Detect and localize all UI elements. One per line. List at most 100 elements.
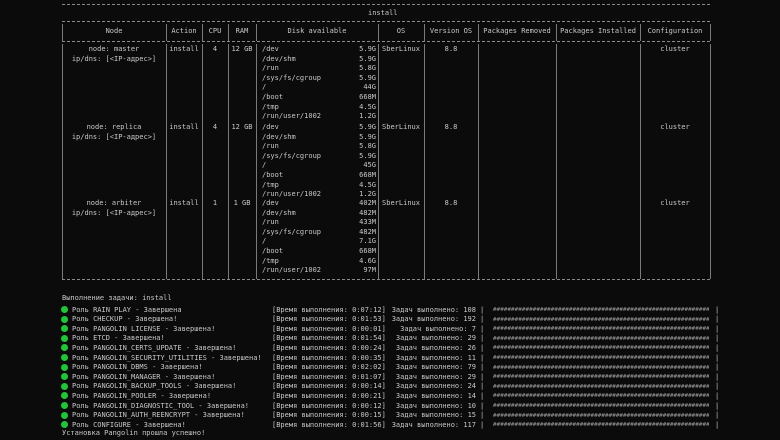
task-count: Задач выполнено: 7 [400,324,476,333]
task-duration: [Время выполнения: 0:02:02] [272,363,386,372]
task-progress-bar: ########################################… [493,355,709,361]
table-column-border [424,44,425,279]
disk-size: 44G [363,83,376,92]
status-ok-icon [61,306,68,313]
disk-size: 668M [359,93,376,101]
table-divider [62,41,710,42]
task-separator: | [715,363,720,372]
task-separator: | [715,315,720,324]
task-separator: | [715,305,720,314]
disk-size: 5.9G [359,45,376,53]
executing-task-label: Выполнение задачи: install [62,294,172,302]
task-duration: [Время выполнения: 0:01:53] [272,315,386,324]
disk-size: 433M [359,218,376,227]
disk-size: 5.9G [359,151,376,160]
table-header-cell: CPU [208,27,222,35]
node-os-version: 8.8 [444,123,458,131]
disk-size: 5.9G [359,54,376,63]
status-ok-icon [61,402,68,409]
table-column-border [228,44,229,279]
node-action: install [169,123,199,131]
disk-size: 5.9G [359,73,376,82]
status-ok-icon [61,382,68,390]
task-progress-bar: ########################################… [493,412,709,419]
task-name: Роль RAIN PLAY - Завершена [72,305,182,314]
table-bottom-border [62,279,710,280]
disk-size: 1.2G [359,112,376,121]
table-column-border [378,44,379,279]
table-column-border [256,24,257,41]
task-count: Задач выполнено: 14 [395,391,476,400]
table-title: install [368,9,398,17]
task-name: Роль PANGOLIN_POOLER - Завершена! [72,391,212,400]
node-ram: 12 GB [231,123,253,131]
disk-size: 1.2G [359,190,376,199]
node-os: SberLinux [382,199,420,207]
node-configuration: cluster [660,45,690,53]
task-count: Задач выполнено: 117 [391,420,476,429]
task-duration: [Время выполнения: 0:00:01] [272,324,386,333]
node-configuration: cluster [660,123,690,131]
task-count: Задач выполнено: 24 [395,382,476,391]
status-ok-icon [61,334,68,342]
task-count: Задач выполнено: 15 [395,411,476,420]
table-top-border [62,4,710,5]
status-ok-icon [61,363,68,371]
status-ok-icon [61,421,68,429]
task-duration: [Время выполнения: 0:01:56] [272,420,386,429]
node-os: SberLinux [382,123,420,131]
table-column-border [556,44,557,279]
task-progress-bar: ########################################… [493,316,709,323]
disk-size: 402M [359,199,376,207]
task-separator: | [715,391,720,400]
table-column-border [256,44,257,279]
task-name: Роль PANGOLIN_BACKUP_TOOLS - Завершена! [72,382,237,391]
task-progress-bar: ########################################… [493,345,709,352]
table-header-cell: Packages Removed [483,27,551,35]
task-separator: | [480,343,485,352]
task-separator: | [480,391,485,400]
status-ok-icon [61,354,68,361]
task-separator: | [480,353,485,362]
table-column-border [202,24,203,41]
table-column-border [710,24,711,41]
task-duration: [Время выполнения: 0:01:07] [272,372,386,381]
task-duration: [Время выполнения: 0:00:35] [272,353,386,362]
task-progress-bar: ########################################… [493,422,709,429]
table-header-cell: OS [396,27,406,35]
node-cpu: 4 [212,45,218,53]
node-configuration: cluster [660,199,690,207]
task-separator: | [480,401,485,410]
status-ok-icon [61,411,68,419]
disk-size: 5.9G [359,132,376,141]
task-count: Задач выполнено: 29 [395,334,476,343]
disk-size: 5.8G [359,64,376,73]
disk-size: 482M [359,208,376,217]
node-name: node: arbiter [86,199,142,207]
table-column-border [378,24,379,41]
task-progress-bar: ########################################… [493,307,709,313]
task-count: Задач выполнено: 10 [395,401,476,410]
table-column-border [202,44,203,279]
node-ram: 12 GB [231,45,253,53]
disk-size: 668M [359,171,376,179]
node-os-version: 8.8 [444,45,458,53]
task-duration: [Время выполнения: 0:01:54] [272,334,386,343]
status-ok-icon [61,315,68,323]
task-separator: | [715,372,720,381]
task-separator: | [715,411,720,420]
node-ram: 1 GB [233,199,251,207]
table-header-cell: Disk available [287,27,347,35]
task-progress-bar: ########################################… [493,326,709,333]
node-name: node: master [88,45,140,53]
table-column-border [62,44,63,279]
table-divider [62,21,710,22]
table-header-cell: Node [105,27,123,35]
table-column-border [166,24,167,41]
table-header-cell: Action [171,27,197,35]
task-progress-bar: ########################################… [493,383,709,390]
node-action: install [169,199,199,207]
node-name: node: replica [86,123,142,131]
table-header-cell: Packages Installed [560,27,636,35]
table-header-cell: RAM [235,27,249,35]
